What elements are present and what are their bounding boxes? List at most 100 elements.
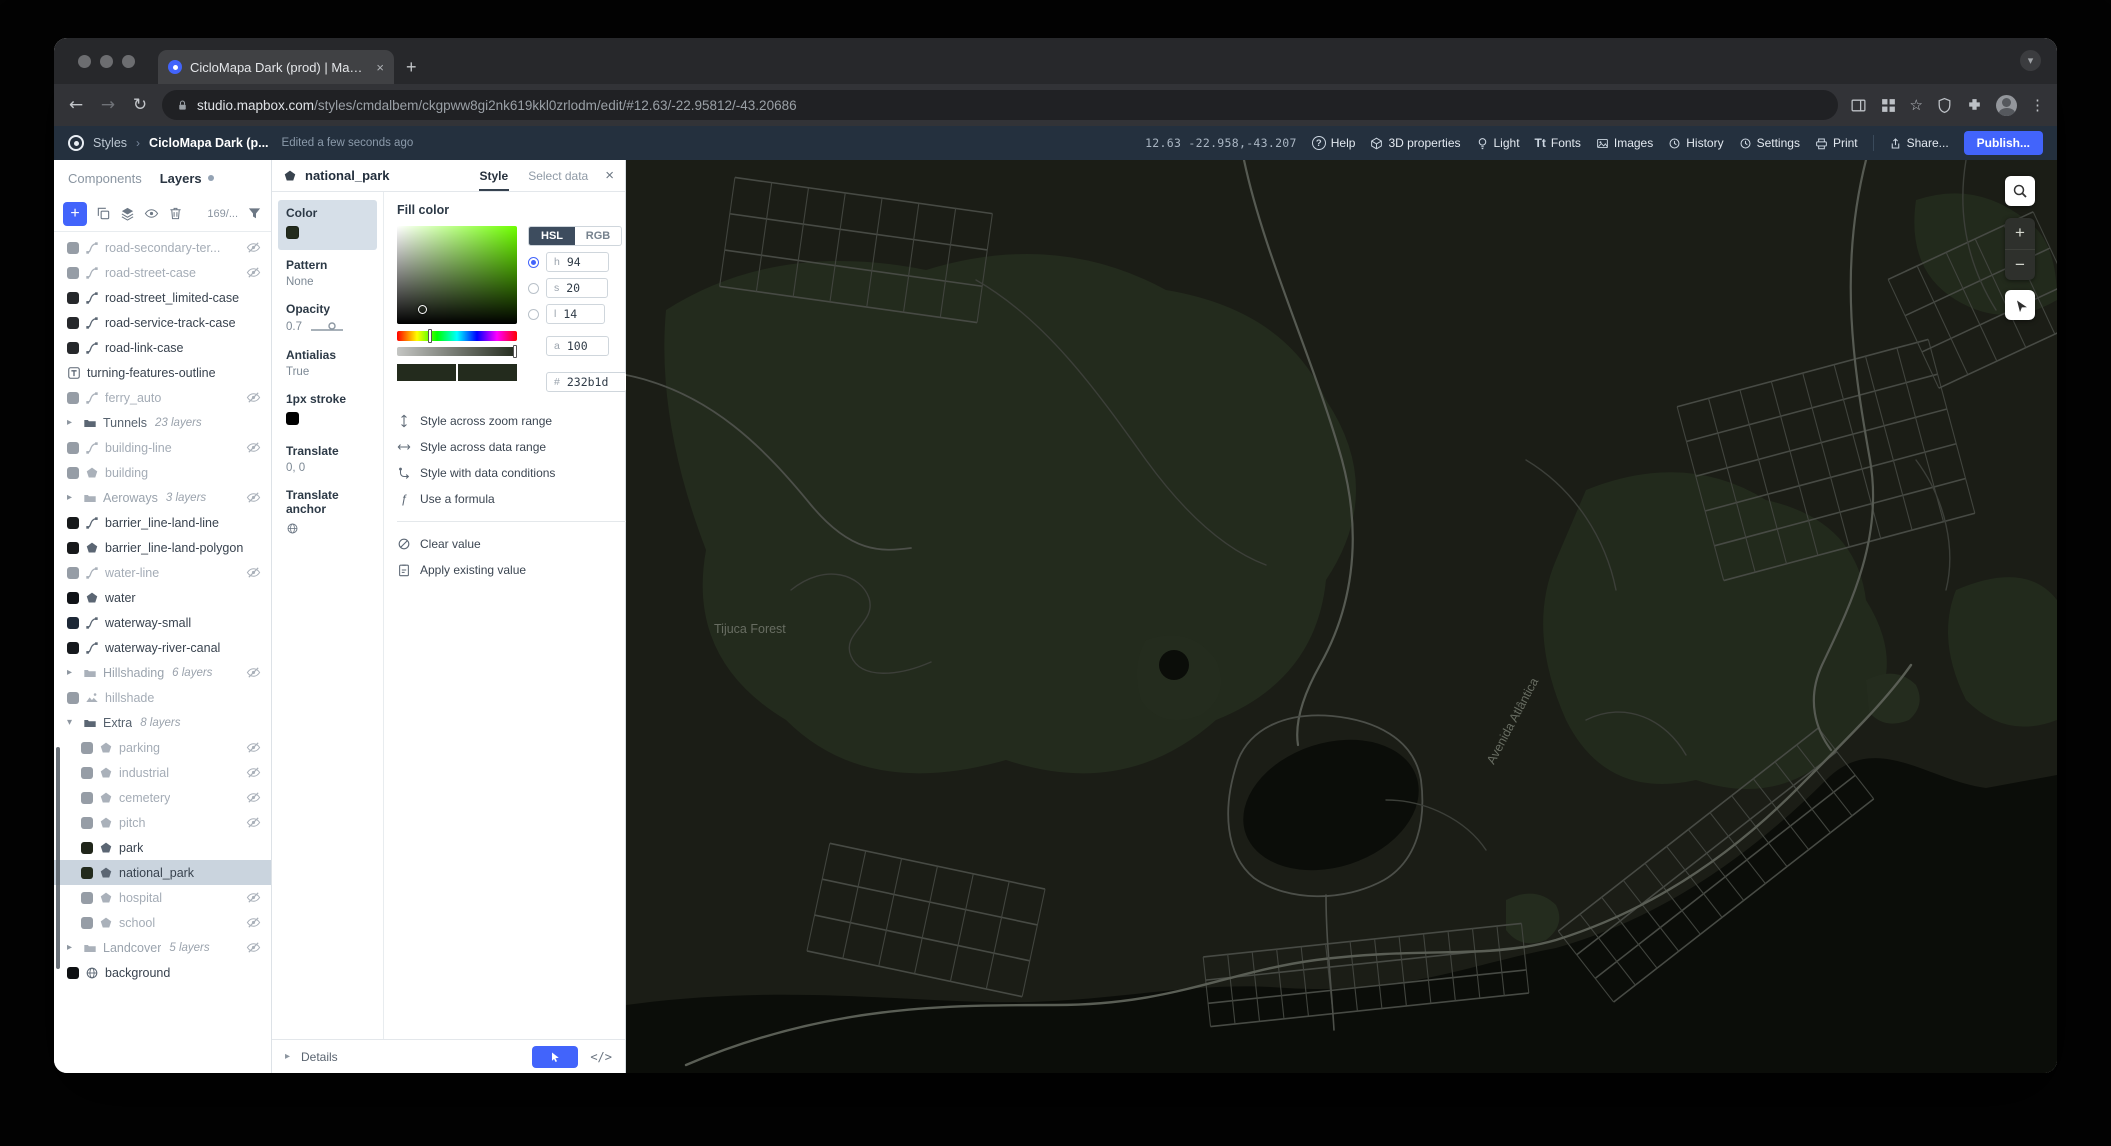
color-swatch[interactable] (286, 226, 299, 239)
rgb-toggle[interactable]: RGB (575, 227, 621, 245)
help-button[interactable]: ?Help (1312, 136, 1356, 150)
prop-translate-anchor[interactable]: Translate anchor (278, 482, 377, 541)
prop-translate[interactable]: Translate 0, 0 (278, 438, 377, 480)
alpha-slider[interactable] (397, 347, 517, 356)
profile-avatar[interactable] (1996, 95, 2017, 116)
l-input-box[interactable]: l (546, 304, 605, 324)
caret-icon[interactable]: ▸ (67, 492, 77, 503)
history-button[interactable]: History (1668, 136, 1723, 150)
visibility-off-icon[interactable] (246, 915, 261, 930)
prop-antialias[interactable]: Antialias True (278, 342, 377, 384)
publish-button[interactable]: Publish... (1964, 131, 2043, 155)
bookmark-star-icon[interactable]: ☆ (1910, 96, 1923, 114)
style-name[interactable]: CicloMapa Dark (p... (149, 136, 268, 150)
link-formula[interactable]: ƒUse a formula (397, 486, 627, 512)
layer-item-cemetery[interactable]: cemetery (54, 785, 271, 810)
reload-button[interactable]: ↻ (130, 95, 150, 115)
layer-item-ferry_auto[interactable]: ferry_auto (54, 385, 271, 410)
layer-item-hospital[interactable]: hospital (54, 885, 271, 910)
layer-item-national_park[interactable]: national_park (54, 860, 271, 885)
previous-color-swatch[interactable] (458, 364, 517, 381)
close-window-button[interactable] (78, 55, 91, 68)
tab-groups-icon[interactable] (1880, 97, 1897, 114)
layer-item-park[interactable]: park (54, 835, 271, 860)
layer-item-hillshade[interactable]: hillshade (54, 685, 271, 710)
layer-group-Tunnels[interactable]: ▸Tunnels23 layers (54, 410, 271, 435)
visibility-off-icon[interactable] (246, 240, 261, 255)
s-input-box[interactable]: s (546, 278, 608, 298)
prop-pattern[interactable]: Pattern None (278, 252, 377, 294)
visibility-off-icon[interactable] (246, 790, 261, 805)
toggle-visibility-icon[interactable] (144, 206, 159, 221)
visibility-off-icon[interactable] (246, 815, 261, 830)
stroke-swatch[interactable] (286, 412, 299, 425)
visibility-off-icon[interactable] (246, 490, 261, 505)
settings-button[interactable]: Settings (1739, 136, 1800, 150)
back-button[interactable]: ← (66, 95, 86, 115)
layer-item-road-link-case[interactable]: road-link-case (54, 335, 271, 360)
layer-item-waterway-river-canal[interactable]: waterway-river-canal (54, 635, 271, 660)
images-button[interactable]: Images (1596, 136, 1653, 150)
action-apply[interactable]: Apply existing value (397, 557, 627, 583)
layer-item-barrier_line-land-polygon[interactable]: barrier_line-land-polygon (54, 535, 271, 560)
layer-item-road-street-case[interactable]: road-street-case (54, 260, 271, 285)
extensions-puzzle-icon[interactable] (1966, 97, 1983, 114)
breadcrumb-styles[interactable]: Styles (93, 136, 127, 150)
layer-item-water[interactable]: water (54, 585, 271, 610)
link-zoomrange[interactable]: Style across zoom range (397, 408, 627, 434)
layer-item-road-street_limited-case[interactable]: road-street_limited-case (54, 285, 271, 310)
tab-layers[interactable]: Layers (160, 171, 214, 186)
tab-style[interactable]: Style (479, 161, 510, 191)
sv-gradient[interactable] (397, 226, 517, 324)
reading-list-icon[interactable] (1850, 97, 1867, 114)
tab-search-button[interactable]: ▾ (2020, 50, 2041, 71)
tab-select-data[interactable]: Select data (527, 161, 589, 191)
layer-item-pitch[interactable]: pitch (54, 810, 271, 835)
alpha-slider-handle[interactable] (513, 345, 517, 358)
hue-slider-handle[interactable] (428, 329, 432, 343)
visibility-off-icon[interactable] (246, 940, 261, 955)
address-bar[interactable]: studio.mapbox.com/styles/cmdalbem/ckgpww… (162, 90, 1838, 120)
browser-menu-icon[interactable]: ⋮ (2030, 96, 2045, 114)
forward-button[interactable]: → (98, 95, 118, 115)
h-input-box[interactable]: h (546, 252, 609, 272)
fonts-button[interactable]: TtFonts (1535, 136, 1581, 150)
print-button[interactable]: Print (1815, 136, 1858, 150)
zoom-window-button[interactable] (122, 55, 135, 68)
caret-icon[interactable]: ▸ (67, 417, 77, 428)
s-input[interactable] (566, 281, 600, 295)
link-conditions[interactable]: Style with data conditions (397, 460, 627, 486)
opacity-slider[interactable] (310, 320, 344, 334)
browser-tab[interactable]: CicloMapa Dark (prod) | Mapb... × (158, 50, 394, 84)
caret-icon[interactable]: ▸ (67, 942, 77, 953)
s-radio[interactable] (528, 283, 539, 294)
caret-icon[interactable]: ▾ (67, 717, 77, 728)
layer-item-turning-features-outline[interactable]: turning-features-outline (54, 360, 271, 385)
group-layers-icon[interactable] (120, 206, 135, 221)
layer-item-road-secondary-ter...[interactable]: road-secondary-ter... (54, 235, 271, 260)
view-code-button[interactable]: </> (590, 1050, 612, 1064)
h-input[interactable] (567, 255, 601, 269)
shield-extension-icon[interactable] (1936, 97, 1953, 114)
duplicate-layer-icon[interactable] (96, 206, 111, 221)
alpha-input[interactable] (567, 339, 601, 353)
minimize-window-button[interactable] (100, 55, 113, 68)
visibility-off-icon[interactable] (246, 265, 261, 280)
layer-group-Landcover[interactable]: ▸Landcover5 layers (54, 935, 271, 960)
layer-group-Aeroways[interactable]: ▸Aeroways3 layers (54, 485, 271, 510)
layer-item-waterway-small[interactable]: waterway-small (54, 610, 271, 635)
map-canvas[interactable]: + − Tijuca ForestAvenida Atlântica (626, 160, 2057, 1073)
scrollbar-thumb[interactable] (56, 747, 60, 969)
tab-close-icon[interactable]: × (376, 60, 384, 75)
details-expander[interactable]: ▸Details (285, 1050, 520, 1064)
layer-item-industrial[interactable]: industrial (54, 760, 271, 785)
visibility-off-icon[interactable] (246, 665, 261, 680)
sv-cursor[interactable] (418, 305, 427, 314)
select-mode-button[interactable] (532, 1046, 578, 1068)
visibility-off-icon[interactable] (246, 565, 261, 580)
layer-group-Extra[interactable]: ▾Extra8 layers (54, 710, 271, 735)
visibility-off-icon[interactable] (246, 765, 261, 780)
map-compass-button[interactable] (2005, 290, 2035, 320)
h-radio[interactable] (528, 257, 539, 268)
delete-layer-icon[interactable] (168, 206, 183, 221)
